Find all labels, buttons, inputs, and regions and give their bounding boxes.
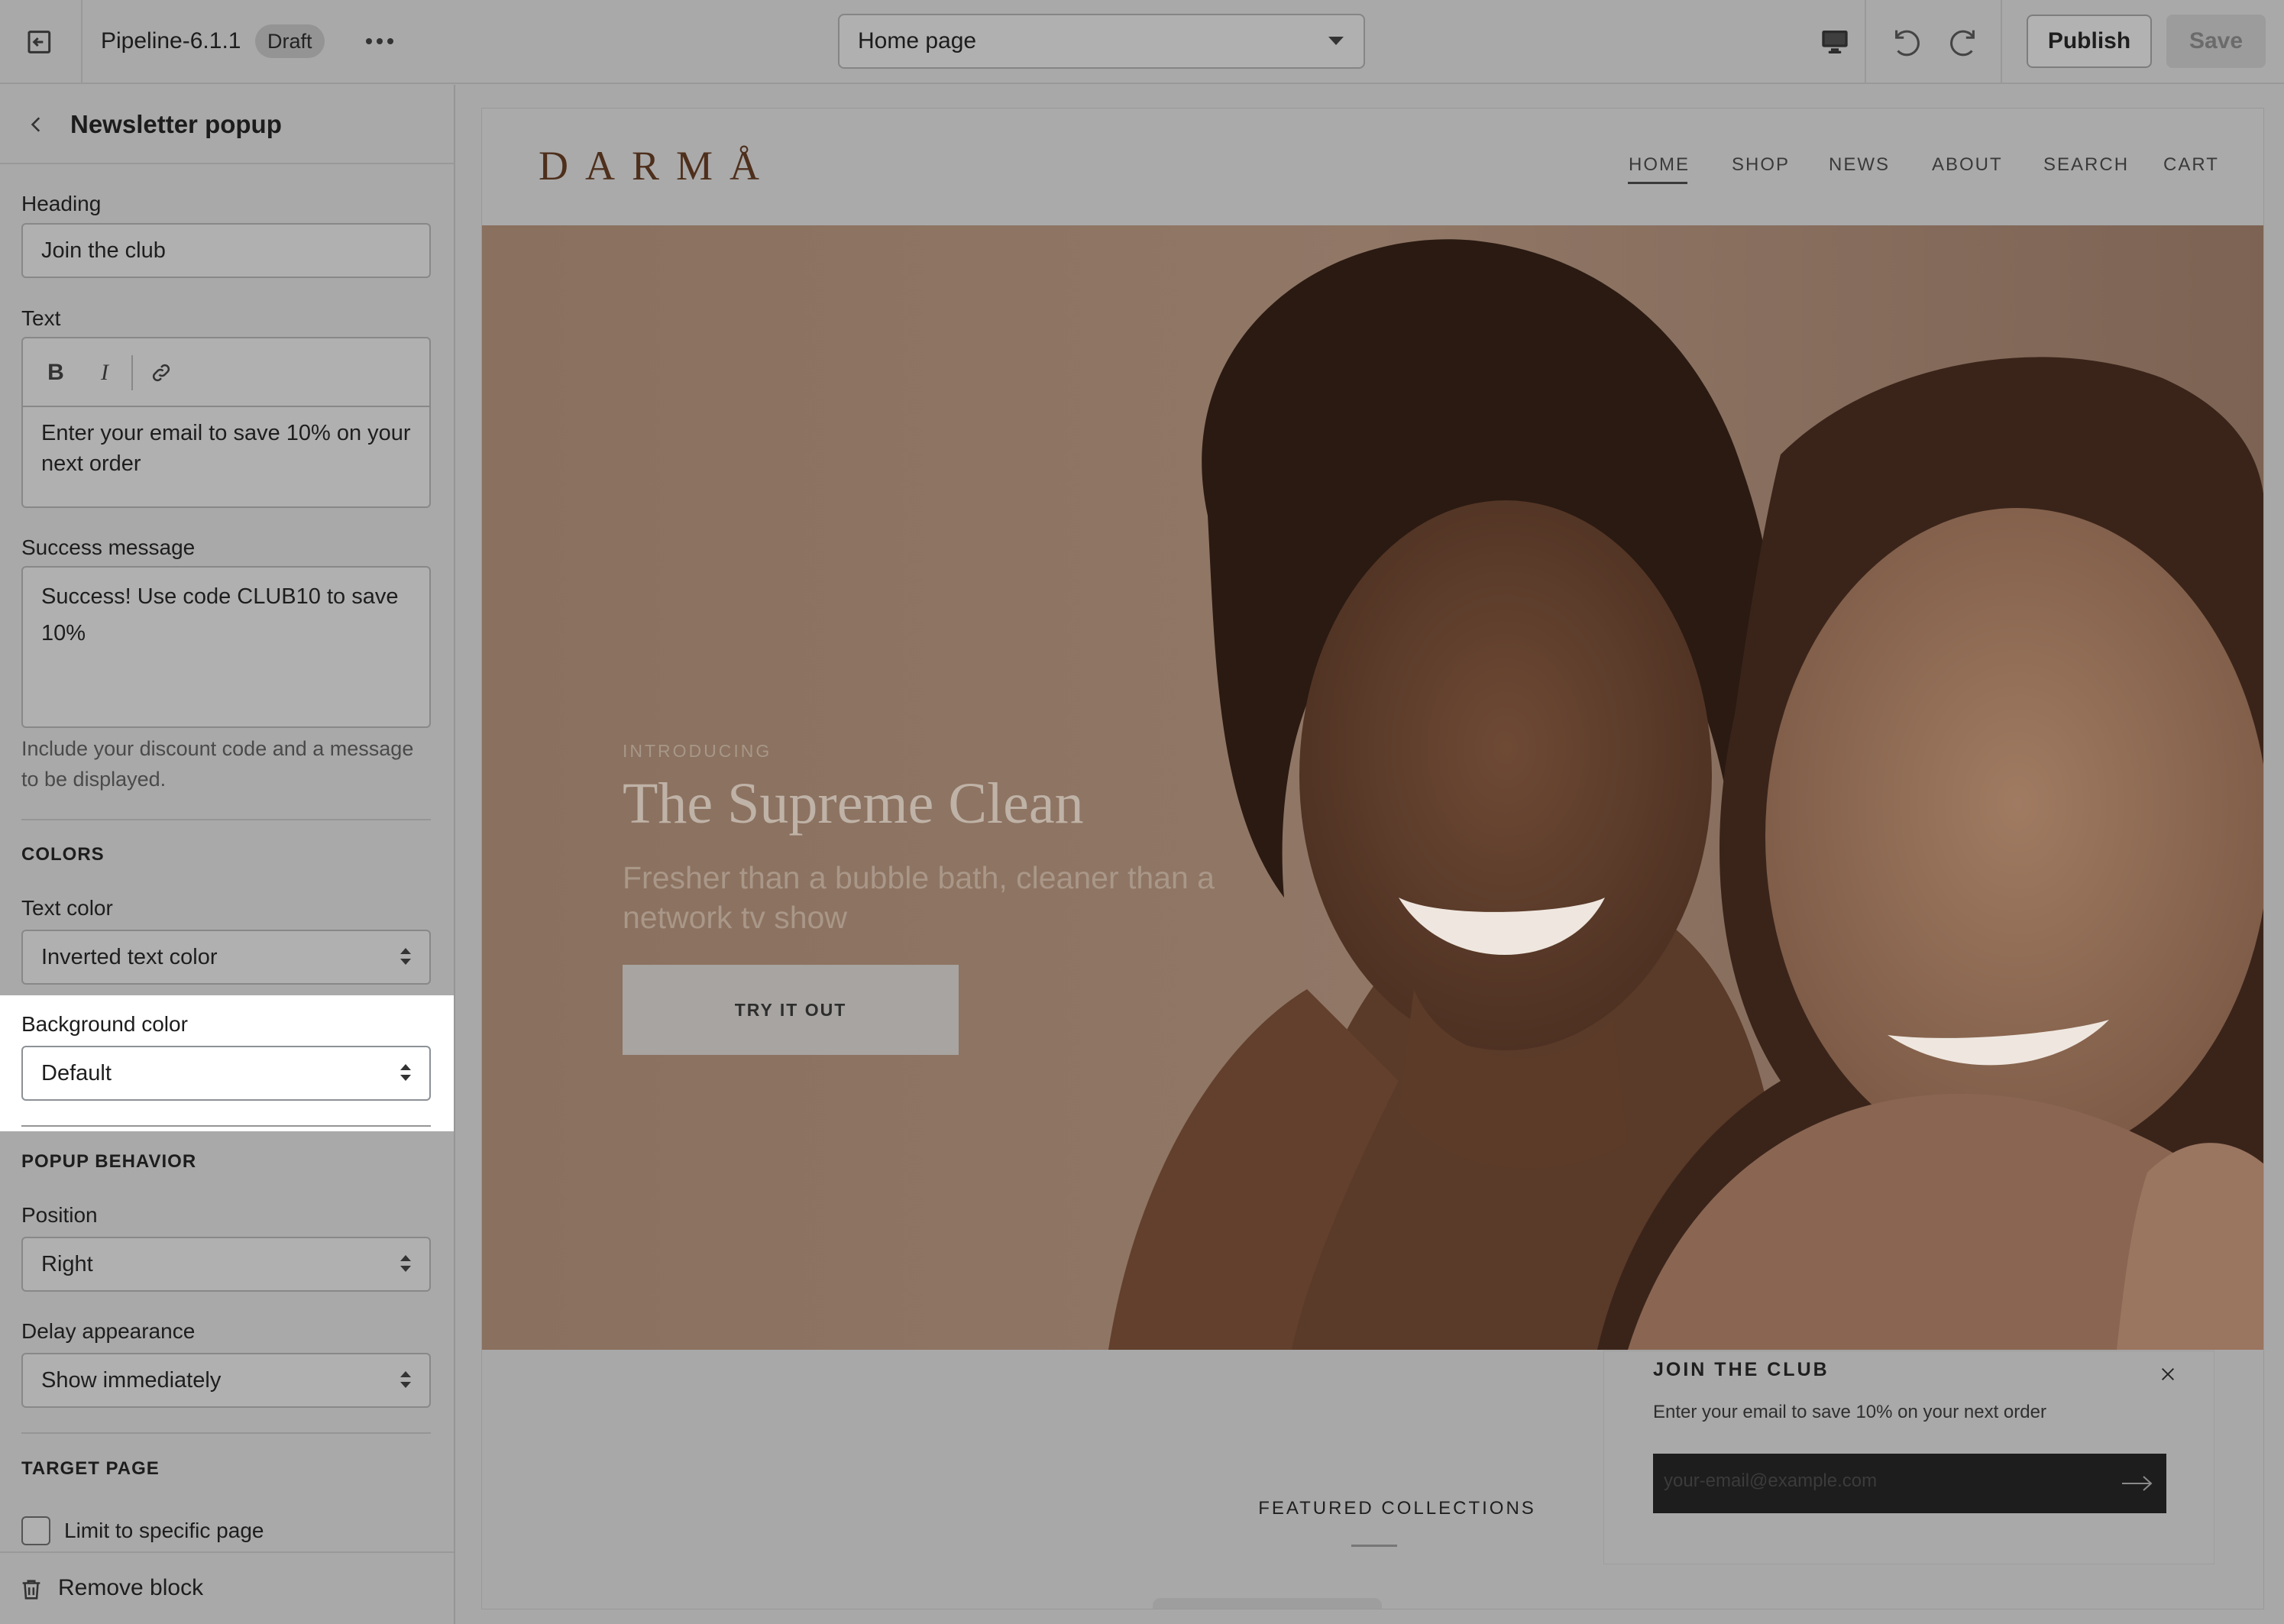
text-color-select[interactable]: Inverted text color xyxy=(21,930,431,985)
text-color-value: Inverted text color xyxy=(41,945,218,969)
sidebar-header: Newsletter popup xyxy=(0,85,454,164)
heading-input-value: Join the club xyxy=(41,238,166,263)
select-arrows-icon xyxy=(400,1255,411,1272)
nav-search[interactable]: SEARCH xyxy=(2043,154,2129,176)
remove-block-button[interactable]: Remove block xyxy=(0,1551,454,1624)
popup-behavior-section-title: POPUP BEHAVIOR xyxy=(21,1151,197,1172)
sidebar-title: Newsletter popup xyxy=(70,110,282,138)
desktop-icon xyxy=(1822,31,1848,53)
nav-cart[interactable]: CART xyxy=(2163,154,2219,176)
background-color-select[interactable]: Default xyxy=(21,1046,431,1101)
select-arrows-icon xyxy=(400,1371,411,1388)
hero-subtitle: Fresher than a bubble bath, cleaner than… xyxy=(623,860,1215,935)
toolbar-separator xyxy=(2001,0,2002,84)
nav-shop[interactable]: SHOP xyxy=(1732,154,1790,176)
select-arrows-icon xyxy=(400,1064,411,1081)
exit-editor-button[interactable] xyxy=(0,0,82,84)
store-header: DARMÅ HOME SHOP NEWS ABOUT SEARCH CART xyxy=(482,108,2263,225)
colors-section-title: COLORS xyxy=(21,844,105,865)
limit-page-label: Limit to specific page xyxy=(64,1519,264,1542)
background-color-label: Background color xyxy=(21,1012,188,1036)
page-selector[interactable]: Home page xyxy=(838,14,1365,69)
text-color-label: Text color xyxy=(21,896,113,920)
toolbar-divider xyxy=(131,355,133,390)
settings-sidebar: Newsletter popup Heading Join the club T… xyxy=(0,85,455,1624)
theme-name: Pipeline-6.1.1 xyxy=(101,28,241,53)
success-message-help: Include your discount code and a message… xyxy=(21,737,414,791)
hero-banner: INTRODUCING The Supreme Clean Fresher th… xyxy=(482,225,2263,1350)
italic-icon: I xyxy=(101,360,108,385)
undo-button[interactable] xyxy=(1884,19,1930,65)
caret-down-icon xyxy=(1328,37,1344,45)
hero-title: The Supreme Clean xyxy=(623,772,1084,836)
text-editor-value: Enter your email to save 10% on your nex… xyxy=(41,421,411,476)
remove-block-label: Remove block xyxy=(58,1575,204,1600)
store-preview: DARMÅ HOME SHOP NEWS ABOUT SEARCH CART I… xyxy=(481,108,2264,1609)
top-bar: Pipeline-6.1.1 Draft Home page Publish S… xyxy=(0,0,2284,84)
redo-icon xyxy=(1950,30,1975,57)
success-message-label: Success message xyxy=(21,535,196,559)
nav-home[interactable]: HOME xyxy=(1629,154,1690,176)
close-icon xyxy=(2162,1368,2174,1380)
redo-button[interactable] xyxy=(1940,19,1986,65)
back-button[interactable] xyxy=(20,108,53,141)
rich-text-toolbar: B I xyxy=(23,338,429,407)
nav-news[interactable]: NEWS xyxy=(1829,154,1890,176)
bold-icon: B xyxy=(47,360,64,385)
delay-value: Show immediately xyxy=(41,1368,222,1393)
text-rich-editor[interactable]: B I Enter your email to save 10% on your… xyxy=(21,337,431,508)
trash-icon xyxy=(22,1580,40,1600)
limit-page-checkbox[interactable] xyxy=(21,1516,50,1545)
more-actions-button[interactable] xyxy=(359,23,400,60)
popup-email-input[interactable]: your-email@example.com xyxy=(1653,1454,2166,1513)
popup-close-button[interactable] xyxy=(2153,1359,2183,1389)
chevron-left-icon xyxy=(31,117,40,132)
newsletter-popup: JOIN THE CLUB Enter your email to save 1… xyxy=(1603,1351,2214,1564)
target-page-section-title: TARGET PAGE xyxy=(21,1458,160,1479)
collection-tab xyxy=(1153,1598,1382,1609)
desktop-view-button[interactable] xyxy=(1804,0,1865,84)
store-logo[interactable]: DARMÅ xyxy=(539,142,776,189)
bold-button[interactable]: B xyxy=(38,355,73,390)
heading-input[interactable]: Join the club xyxy=(21,223,431,278)
hero-cta-button[interactable]: TRY IT OUT xyxy=(623,965,959,1055)
arrow-right-icon[interactable] xyxy=(2121,1472,2154,1495)
success-message-value: Success! Use code CLUB10 to save 10% xyxy=(41,584,399,645)
undo-icon xyxy=(1895,30,1920,57)
toolbar-separator xyxy=(1865,0,1866,84)
divider xyxy=(21,819,431,820)
draft-badge: Draft xyxy=(255,24,325,58)
popup-email-placeholder: your-email@example.com xyxy=(1664,1470,1878,1491)
position-label: Position xyxy=(21,1203,98,1227)
italic-button[interactable]: I xyxy=(87,355,122,390)
delay-select[interactable]: Show immediately xyxy=(21,1353,431,1408)
active-nav-indicator xyxy=(1628,182,1687,184)
publish-button[interactable]: Publish xyxy=(2027,15,2152,68)
hero-eyebrow: INTRODUCING xyxy=(623,741,772,761)
select-arrows-icon xyxy=(400,948,411,965)
featured-collections-title: FEATURED COLLECTIONS xyxy=(1258,1498,1536,1519)
position-select[interactable]: Right xyxy=(21,1237,431,1292)
background-color-value: Default xyxy=(41,1061,112,1085)
delay-label: Delay appearance xyxy=(21,1319,196,1343)
divider xyxy=(21,1125,431,1127)
divider xyxy=(21,1432,431,1434)
more-icon xyxy=(366,38,393,44)
exit-icon xyxy=(27,31,51,53)
nav-about[interactable]: ABOUT xyxy=(1932,154,2003,176)
link-button[interactable] xyxy=(144,355,179,390)
page-selector-value: Home page xyxy=(858,28,977,53)
popup-title: JOIN THE CLUB xyxy=(1653,1359,1829,1380)
heading-label: Heading xyxy=(21,192,102,215)
popup-text: Enter your email to save 10% on your nex… xyxy=(1653,1402,2046,1422)
success-message-textarea[interactable]: Success! Use code CLUB10 to save 10% xyxy=(21,566,431,728)
link-icon xyxy=(152,364,170,382)
save-button[interactable]: Save xyxy=(2166,15,2266,68)
featured-divider xyxy=(1351,1545,1397,1547)
position-value: Right xyxy=(41,1252,93,1276)
text-label: Text xyxy=(21,306,61,330)
